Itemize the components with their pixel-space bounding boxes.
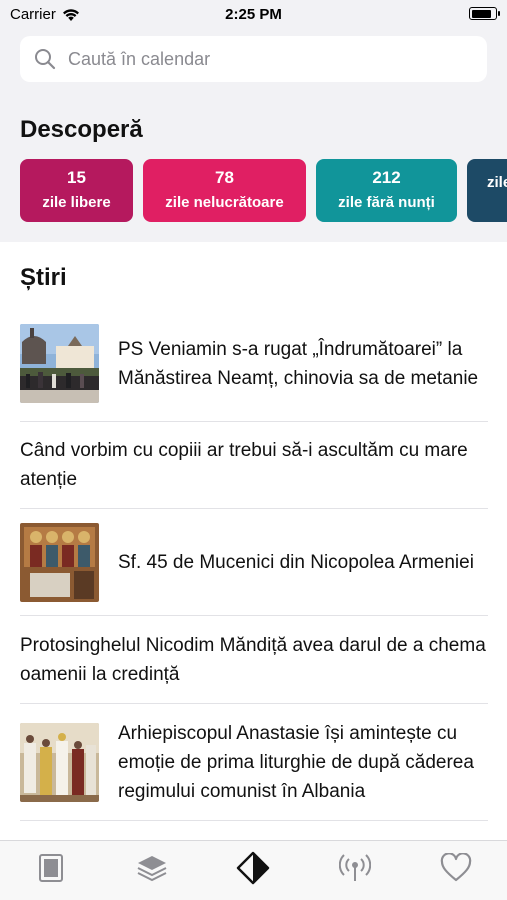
- search-icon: [35, 49, 56, 70]
- news-headline: Protosinghelul Nicodim Măndiță avea daru…: [20, 634, 486, 685]
- card-label: zile libere: [42, 194, 111, 211]
- card-count: 78: [215, 168, 234, 187]
- book-icon: [38, 853, 63, 882]
- card-no-wedding-days[interactable]: 212 zile fără nunți: [316, 159, 457, 222]
- status-bar: Carrier 2:25 PM: [0, 0, 507, 30]
- tab-bar: [0, 840, 507, 900]
- news-headline: Sf. 45 de Mucenici din Nicopolea Armenie…: [118, 551, 474, 573]
- news-thumbnail: [20, 522, 99, 602]
- card-count: 15: [67, 168, 86, 187]
- news-list: PS Veniamin s-a rugat „Îndrumătoarei” la…: [20, 306, 488, 821]
- discover-tab[interactable]: [223, 846, 283, 890]
- news-headline: Când vorbim cu copiii ar trebui să-i asc…: [20, 440, 468, 490]
- news-item[interactable]: Arhiepiscopul Anastasie își amintește cu…: [20, 704, 488, 821]
- card-more[interactable]: zile: [467, 159, 507, 222]
- layers-icon: [137, 855, 167, 881]
- news-item[interactable]: Când vorbim cu copiii ar trebui să-i asc…: [20, 422, 488, 509]
- card-label: zile nelucrătoare: [165, 194, 284, 211]
- status-time: 2:25 PM: [225, 6, 282, 23]
- card-label: zile: [487, 174, 507, 191]
- news-headline: Arhiepiscopul Anastasie își amintește cu…: [118, 722, 474, 802]
- diamond-icon: [237, 851, 270, 884]
- news-title: Știri: [20, 264, 67, 291]
- news-item[interactable]: PS Veniamin s-a rugat „Îndrumătoarei” la…: [20, 306, 488, 422]
- discover-cards: 15 zile libere 78 zile nelucrătoare 212 …: [20, 159, 507, 222]
- news-headline: PS Veniamin s-a rugat „Îndrumătoarei” la…: [118, 338, 479, 389]
- discover-cards-scroll[interactable]: 15 zile libere 78 zile nelucrătoare 212 …: [0, 159, 507, 222]
- news-item[interactable]: Protosinghelul Nicodim Măndiță avea daru…: [20, 616, 488, 704]
- monastery-photo: [20, 324, 99, 403]
- news-thumbnail: [20, 722, 99, 802]
- card-count: 212: [372, 168, 401, 187]
- battery-fill: [471, 9, 492, 18]
- search-input[interactable]: [68, 48, 448, 70]
- radio-tab[interactable]: [325, 846, 385, 890]
- calendar-tab[interactable]: [21, 846, 81, 890]
- card-free-days[interactable]: 15 zile libere: [20, 159, 133, 222]
- card-non-working-days[interactable]: 78 zile nelucrătoare: [143, 159, 306, 222]
- news-item[interactable]: Sf. 45 de Mucenici din Nicopolea Armenie…: [20, 509, 488, 616]
- heart-icon: [441, 852, 472, 881]
- battery-icon: [469, 7, 500, 20]
- icon-painting: [20, 522, 99, 602]
- favorites-tab[interactable]: [426, 846, 486, 890]
- broadcast-icon: [338, 853, 371, 881]
- layers-tab[interactable]: [122, 846, 182, 890]
- liturgy-photo: [20, 722, 99, 802]
- card-label: zile fără nunți: [338, 194, 435, 211]
- discover-title: Descoperă: [20, 116, 143, 143]
- search-bar[interactable]: [20, 36, 487, 82]
- news-thumbnail: [20, 324, 99, 403]
